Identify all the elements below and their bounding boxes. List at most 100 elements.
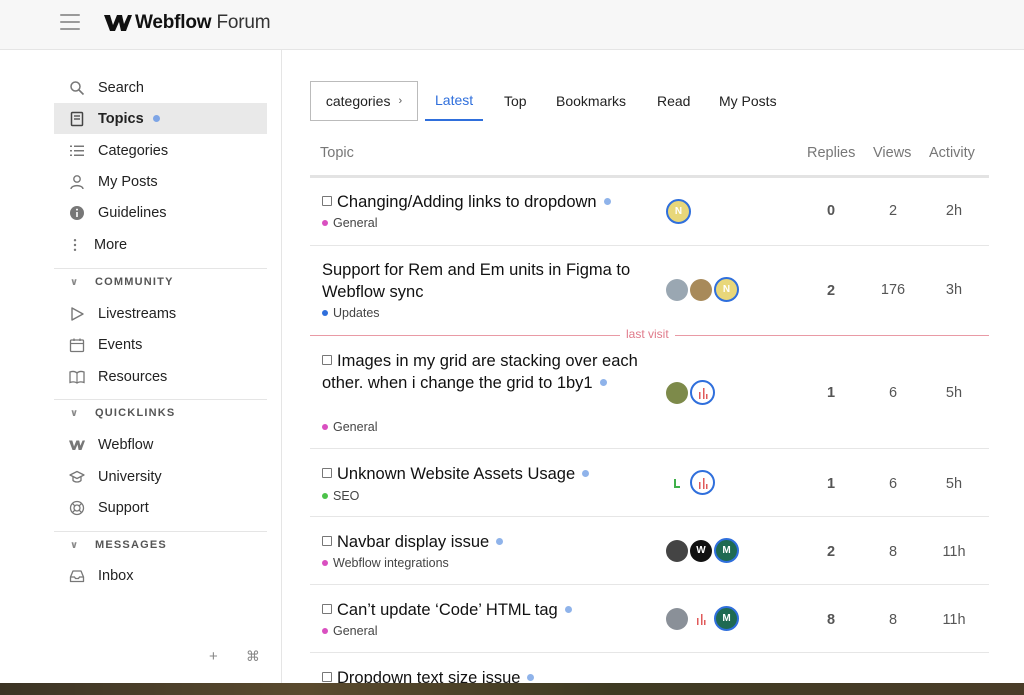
topic-title: Unknown Website Assets Usage	[337, 465, 576, 483]
topic-title-link[interactable]: Can’t update ‘Code’ HTML tag	[322, 599, 652, 621]
section-toggle-messages[interactable]: ∨ MESSAGES	[54, 531, 267, 558]
category-name: SEO	[333, 489, 360, 503]
unread-indicator	[527, 674, 535, 681]
views-count: 6	[888, 476, 898, 492]
category-badge[interactable]: Webflow integrations	[322, 556, 449, 570]
categories-dropdown-button[interactable]: categories ›	[310, 81, 418, 121]
category-color-dot	[322, 220, 328, 226]
sidebar-item-guidelines[interactable]: Guidelines	[54, 197, 267, 228]
add-section-button[interactable]: +	[209, 648, 218, 665]
avatar[interactable]	[666, 471, 688, 494]
sidebar-item-label: Search	[98, 79, 144, 96]
tab-my-posts[interactable]: My Posts	[719, 81, 777, 121]
user-icon	[68, 173, 86, 191]
avatar[interactable]	[666, 381, 688, 404]
avatar[interactable]	[690, 607, 712, 630]
category-name: Webflow integrations	[333, 556, 449, 570]
tab-read[interactable]: Read	[657, 81, 690, 121]
activity-time[interactable]: 3h	[934, 282, 974, 298]
sidebar-item-label: Guidelines	[98, 204, 167, 221]
category-badge[interactable]: SEO	[322, 489, 359, 503]
replies-count: 2	[826, 283, 836, 299]
tab-top[interactable]: Top	[504, 81, 527, 121]
poster-avatars: W M	[666, 538, 741, 563]
views-count: 176	[880, 282, 906, 298]
avatar[interactable]: N	[666, 199, 691, 224]
chevron-down-icon: ∨	[70, 407, 80, 419]
avatar[interactable]: M	[714, 538, 739, 563]
tab-latest[interactable]: Latest	[425, 81, 484, 121]
category-name: General	[333, 624, 378, 638]
avatar[interactable]	[666, 607, 688, 630]
sidebar-item-more[interactable]: More	[54, 229, 267, 260]
column-header-replies[interactable]: Replies	[807, 145, 855, 161]
category-badge[interactable]: General	[322, 624, 377, 638]
section-title: COMMUNITY	[95, 276, 174, 288]
play-icon	[68, 305, 86, 323]
views-count: 6	[888, 385, 898, 401]
avatar[interactable]	[690, 380, 715, 405]
avatar[interactable]: M	[714, 606, 739, 631]
sidebar-item-support[interactable]: Support	[54, 492, 267, 523]
table-row: Navbar display issue Webflow integration…	[310, 517, 989, 585]
section-toggle-quicklinks[interactable]: ∨ QUICKLINKS	[54, 399, 267, 426]
keyboard-shortcuts-button[interactable]: ⌘	[246, 648, 260, 665]
topic-title-link[interactable]: Navbar display issue	[322, 531, 652, 553]
sidebar-item-university[interactable]: University	[54, 461, 267, 492]
topic-title-link[interactable]: Unknown Website Assets Usage	[322, 463, 652, 485]
activity-time[interactable]: 11h	[934, 612, 974, 628]
topic-title: Images in my grid are stacking over each…	[322, 352, 638, 392]
sidebar-item-events[interactable]: Events	[54, 329, 267, 360]
avatar[interactable]	[666, 278, 688, 301]
poster-avatars: M	[666, 606, 741, 631]
book-icon	[68, 368, 86, 386]
sidebar-item-search[interactable]: Search	[54, 72, 267, 103]
webflow-logo-icon	[104, 15, 132, 31]
activity-time[interactable]: 5h	[934, 385, 974, 401]
section-toggle-community[interactable]: ∨ COMMUNITY	[54, 268, 267, 295]
sidebar-item-label: University	[98, 468, 162, 485]
topic-title-link[interactable]: Support for Rem and Em units in Figma to…	[322, 259, 652, 303]
activity-time[interactable]: 5h	[934, 476, 974, 492]
sidebar-item-inbox[interactable]: Inbox	[54, 560, 267, 591]
category-badge[interactable]: General	[322, 420, 377, 434]
sidebar-item-resources[interactable]: Resources	[54, 361, 267, 392]
sidebar-item-label: More	[94, 236, 128, 253]
topics-icon	[68, 110, 86, 128]
activity-time[interactable]: 11h	[934, 544, 974, 560]
replies-count: 1	[826, 385, 836, 401]
avatar[interactable]: N	[714, 277, 739, 302]
sidebar-item-webflow[interactable]: Webflow	[54, 429, 267, 460]
unread-indicator	[152, 115, 160, 122]
hamburger-menu-icon[interactable]	[60, 14, 80, 30]
table-row: Changing/Adding links to dropdown Genera…	[310, 178, 989, 246]
sidebar-item-label: My Posts	[98, 173, 158, 190]
category-badge[interactable]: Updates	[322, 306, 380, 320]
topic-title-link[interactable]: Changing/Adding links to dropdown	[322, 191, 652, 213]
topic-status-icon	[322, 196, 332, 206]
sidebar-item-my-posts[interactable]: My Posts	[54, 166, 267, 197]
views-count: 8	[888, 544, 898, 560]
sidebar-item-label: Livestreams	[98, 305, 177, 322]
sidebar-item-livestreams[interactable]: Livestreams	[54, 298, 267, 329]
unread-indicator	[564, 606, 572, 613]
topic-title-link[interactable]: Images in my grid are stacking over each…	[322, 350, 652, 394]
table-row: Support for Rem and Em units in Figma to…	[310, 246, 989, 335]
sidebar-item-topics[interactable]: Topics	[54, 103, 267, 134]
desktop-background-strip	[0, 683, 1024, 695]
sidebar-item-categories[interactable]: Categories	[54, 135, 267, 166]
tab-bookmarks[interactable]: Bookmarks	[556, 81, 626, 121]
avatar[interactable]: W	[690, 539, 712, 562]
avatar[interactable]	[690, 470, 715, 495]
column-header-views[interactable]: Views	[873, 145, 911, 161]
topic-status-icon	[322, 536, 332, 546]
column-header-activity[interactable]: Activity	[929, 145, 975, 161]
forum-logo[interactable]: Webflow Forum	[104, 12, 271, 34]
category-name: General	[333, 420, 378, 434]
category-color-dot	[322, 560, 328, 566]
column-header-topic: Topic	[320, 145, 354, 161]
avatar[interactable]	[690, 278, 712, 301]
activity-time[interactable]: 2h	[934, 203, 974, 219]
avatar[interactable]	[666, 539, 688, 562]
category-badge[interactable]: General	[322, 216, 377, 230]
